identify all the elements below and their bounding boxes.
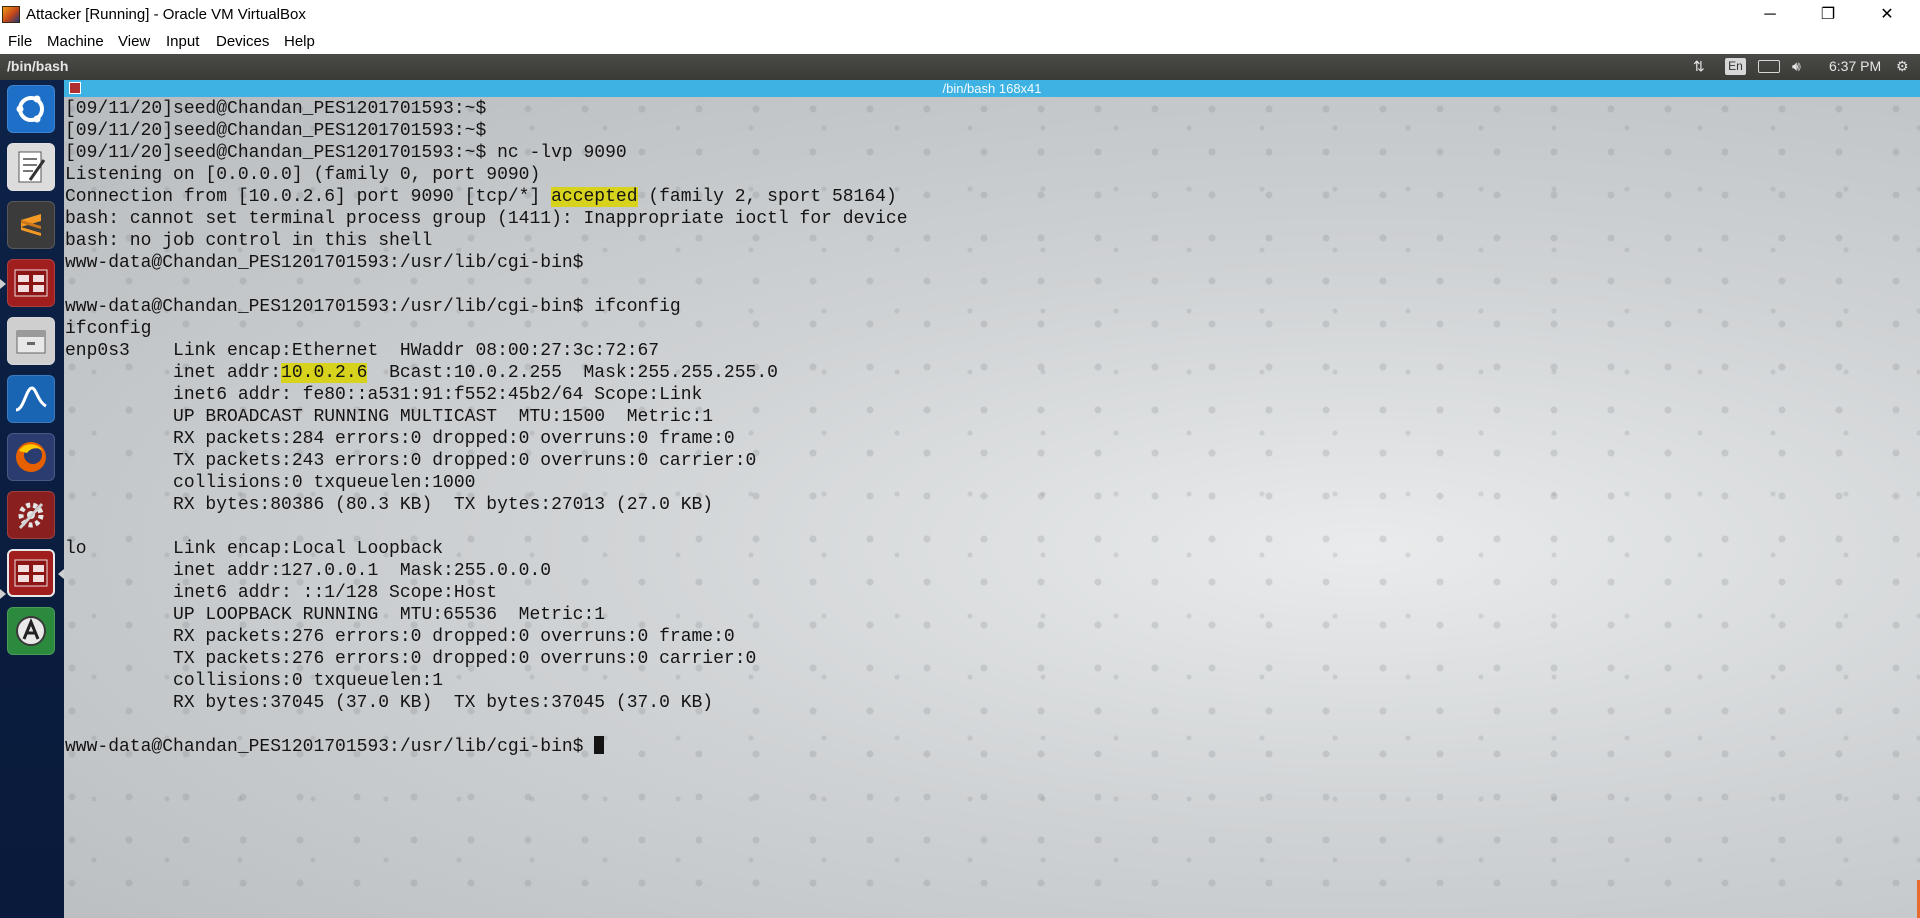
terminal-line: inet6 addr: fe80::a531:91:f552:45b2/64 S… [65, 385, 703, 405]
terminal-line: www-data@Chandan_PES1201701593:/usr/lib/… [65, 736, 908, 758]
terminal-text: inet addr: [65, 363, 282, 383]
terminal-line: [09/11/20]seed@Chandan_PES1201701593:~$ … [65, 143, 627, 163]
window-title: Attacker [Running] - Oracle VM VirtualBo… [26, 6, 306, 23]
system-gear-icon[interactable]: ⚙ [1896, 58, 1909, 75]
menu-help[interactable]: Help [284, 33, 315, 50]
terminal-title: /bin/bash 168x41 [942, 81, 1042, 96]
menubar: File Machine View Input Devices Help [0, 29, 1920, 54]
window-titlebar: Attacker [Running] - Oracle VM VirtualBo… [0, 0, 1920, 29]
battery-icon[interactable] [1758, 60, 1780, 73]
terminal-app-icon[interactable] [7, 259, 55, 307]
wireshark-icon[interactable] [7, 375, 55, 423]
highlighted-text: accepted [551, 187, 638, 207]
keyboard-layout-icon[interactable]: En [1725, 58, 1746, 75]
terminal-text: www-data@Chandan_PES1201701593:/usr/lib/… [65, 737, 595, 757]
terminal-text: Connection from [10.0.2.6] port 9090 [tc… [65, 187, 552, 207]
sublime-text-icon[interactable] [7, 201, 55, 249]
terminal-line: TX packets:243 errors:0 dropped:0 overru… [65, 451, 757, 471]
firefox-icon[interactable] [7, 433, 55, 481]
terminal-line: inet addr:10.0.2.6 Bcast:10.0.2.255 Mask… [65, 362, 908, 384]
terminal-titlebar: /bin/bash 168x41 [64, 80, 1920, 97]
text-editor-icon[interactable] [7, 143, 55, 191]
terminal-line: [09/11/20]seed@Chandan_PES1201701593:~$ [65, 121, 487, 141]
menu-file[interactable]: File [8, 33, 32, 50]
terminal-line: UP BROADCAST RUNNING MULTICAST MTU:1500 … [65, 407, 714, 427]
terminal-text: Bcast:10.0.2.255 Mask:255.255.255.0 [367, 363, 778, 383]
terminal-cursor[interactable] [594, 736, 605, 754]
running-indicator [0, 589, 6, 599]
terminal-line: RX packets:276 errors:0 dropped:0 overru… [65, 627, 735, 647]
terminal-text: (family 2, sport 58164) [637, 187, 897, 207]
terminal-line: www-data@Chandan_PES1201701593:/usr/lib/… [65, 297, 681, 317]
close-button[interactable]: ✕ [1864, 0, 1910, 29]
restore-button[interactable]: ❐ [1805, 0, 1851, 29]
terminal-line: collisions:0 txqueuelen:1 [65, 671, 444, 691]
file-manager-icon[interactable] [7, 317, 55, 365]
terminal-line: ifconfig [65, 319, 152, 339]
terminal-line: inet6 addr: ::1/128 Scope:Host [65, 583, 498, 603]
terminal-line: www-data@Chandan_PES1201701593:/usr/lib/… [65, 253, 584, 273]
terminal-line: RX bytes:37045 (37.0 KB) TX bytes:37045 … [65, 693, 714, 713]
running-indicator [0, 279, 6, 289]
menu-input[interactable]: Input [166, 33, 199, 50]
volume-icon[interactable]: 🔊︎ [1792, 58, 1801, 75]
terminal-line: bash: no job control in this shell [65, 231, 433, 251]
terminal-line: inet addr:127.0.0.1 Mask:255.0.0.0 [65, 561, 552, 581]
unity-launcher [0, 80, 65, 918]
terminal-line: UP LOOPBACK RUNNING MTU:65536 Metric:1 [65, 605, 606, 625]
terminal-line: Connection from [10.0.2.6] port 9090 [tc… [65, 186, 908, 208]
settings-icon[interactable] [7, 491, 55, 539]
terminal-line: RX packets:284 errors:0 dropped:0 overru… [65, 429, 735, 449]
software-updater-icon[interactable] [7, 607, 55, 655]
network-transfer-icon[interactable]: ⇅ [1693, 58, 1705, 75]
menu-machine[interactable]: Machine [47, 33, 104, 50]
terminal-line: collisions:0 txqueuelen:1000 [65, 473, 476, 493]
ubuntu-dash-icon[interactable] [7, 85, 55, 133]
terminal-line: enp0s3 Link encap:Ethernet HWaddr 08:00:… [65, 341, 660, 361]
terminal-output: [09/11/20]seed@Chandan_PES1201701593:~$[… [65, 98, 908, 758]
terminal-line: [09/11/20]seed@Chandan_PES1201701593:~$ [65, 99, 487, 119]
terminal-body[interactable]: [09/11/20]seed@Chandan_PES1201701593:~$[… [64, 97, 1920, 918]
minimize-button[interactable]: ─ [1747, 0, 1793, 29]
menu-devices[interactable]: Devices [216, 33, 269, 50]
terminal-line: lo Link encap:Local Loopback [65, 539, 444, 559]
panel-app-title: /bin/bash [7, 58, 69, 74]
menu-view[interactable]: View [118, 33, 150, 50]
terminal-line: RX bytes:80386 (80.3 KB) TX bytes:27013 … [65, 495, 714, 515]
terminal-line: Listening on [0.0.0.0] (family 0, port 9… [65, 165, 541, 185]
panel-clock[interactable]: 6:37 PM [1829, 58, 1881, 74]
terminal-line: TX packets:276 errors:0 dropped:0 overru… [65, 649, 757, 669]
highlighted-text: 10.0.2.6 [281, 363, 368, 383]
terminal-app-active-icon[interactable] [7, 549, 55, 597]
virtualbox-app-icon [2, 6, 20, 23]
ubuntu-top-panel: /bin/bash ⇅ En 🔊︎ 6:37 PM ⚙ [0, 54, 1920, 80]
terminal-line: bash: cannot set terminal process group … [65, 209, 908, 229]
